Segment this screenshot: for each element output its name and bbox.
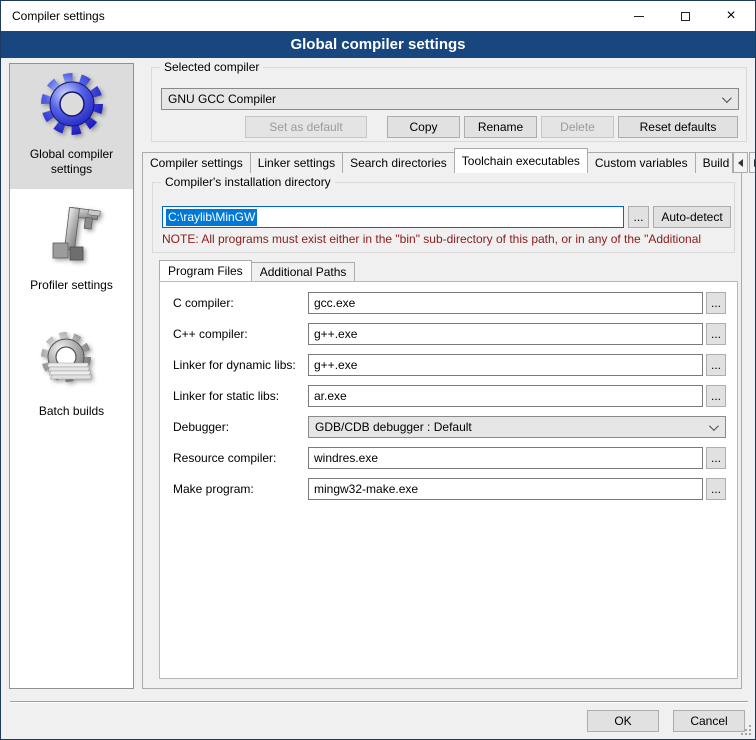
compiler-settings-dialog: Compiler settings × Global compiler sett… xyxy=(0,0,756,740)
caliper-icon xyxy=(40,203,104,267)
blue-gear-icon xyxy=(40,72,104,136)
page-title: Global compiler settings xyxy=(290,36,465,53)
make-program-browse-button[interactable]: ... xyxy=(706,478,726,500)
ok-button[interactable]: OK xyxy=(587,710,659,732)
tab-compiler-settings[interactable]: Compiler settings xyxy=(142,152,251,173)
sidebar-item-label: Profiler settings xyxy=(14,278,129,293)
installation-directory-group: Compiler's installation directory C:\ray… xyxy=(152,182,735,253)
static-linker-input[interactable] xyxy=(308,385,703,407)
sidebar-item-label: Batch builds xyxy=(14,404,129,419)
cpp-compiler-input[interactable] xyxy=(308,323,703,345)
dialog-header: Global compiler settings xyxy=(1,31,755,58)
toolchain-subtabbar: Program Files Additional Paths xyxy=(159,260,354,281)
debugger-select[interactable]: GDB/CDB debugger : Default xyxy=(308,416,726,438)
copy-button[interactable]: Copy xyxy=(387,116,460,138)
gray-gear-papers-icon xyxy=(40,329,104,393)
subtab-program-files[interactable]: Program Files xyxy=(159,260,252,281)
close-button[interactable]: × xyxy=(708,1,754,31)
selected-compiler-group: Selected compiler GNU GCC Compiler Set a… xyxy=(151,67,747,142)
c-compiler-label: C compiler: xyxy=(173,296,234,310)
subtab-additional-paths[interactable]: Additional Paths xyxy=(251,262,356,281)
chevron-down-icon xyxy=(722,93,732,103)
minimize-icon xyxy=(634,16,644,17)
reset-defaults-button[interactable]: Reset defaults xyxy=(618,116,738,138)
tab-build-options[interactable]: Build options xyxy=(695,152,733,173)
minimize-button[interactable] xyxy=(616,1,662,31)
sidebar-item-label: Global compiler settings xyxy=(14,147,129,177)
tab-scroll-right-button[interactable] xyxy=(749,152,756,173)
delete-button[interactable]: Delete xyxy=(541,116,614,138)
browse-directory-button[interactable]: ... xyxy=(628,206,649,228)
program-files-page: C compiler: ... C++ compiler: ... Linker… xyxy=(159,281,738,679)
resize-grip-icon[interactable] xyxy=(739,723,751,735)
c-compiler-browse-button[interactable]: ... xyxy=(706,292,726,314)
toolchain-executables-panel: Compiler's installation directory C:\ray… xyxy=(142,172,742,689)
titlebar: Compiler settings × xyxy=(1,1,755,31)
maximize-button[interactable] xyxy=(662,1,708,31)
make-program-label: Make program: xyxy=(173,482,254,496)
tab-search-directories[interactable]: Search directories xyxy=(342,152,455,173)
compiler-select-value: GNU GCC Compiler xyxy=(168,92,276,106)
compiler-actions: Set as default Copy Rename Delete Reset … xyxy=(245,116,738,138)
static-linker-label: Linker for static libs: xyxy=(173,389,279,403)
set-as-default-button[interactable]: Set as default xyxy=(245,116,367,138)
group-legend: Selected compiler xyxy=(160,60,263,74)
debugger-label: Debugger: xyxy=(173,420,229,434)
tab-linker-settings[interactable]: Linker settings xyxy=(250,152,343,173)
sidebar-item-batch-builds[interactable]: Batch builds xyxy=(10,315,133,441)
settings-tabbar: Compiler settings Linker settings Search… xyxy=(142,148,756,173)
installation-directory-input[interactable]: C:\raylib\MinGW xyxy=(162,206,624,228)
tab-toolchain-executables[interactable]: Toolchain executables xyxy=(454,148,588,173)
close-icon: × xyxy=(726,8,735,24)
c-compiler-input[interactable] xyxy=(308,292,703,314)
footer-divider xyxy=(10,701,748,703)
resource-compiler-input[interactable] xyxy=(308,447,703,469)
make-program-input[interactable] xyxy=(308,478,703,500)
rename-button[interactable]: Rename xyxy=(464,116,537,138)
tab-custom-variables[interactable]: Custom variables xyxy=(587,152,696,173)
maximize-icon xyxy=(681,12,690,21)
group-legend: Compiler's installation directory xyxy=(161,175,335,189)
settings-sidebar: Global compiler settings xyxy=(9,63,134,689)
resource-compiler-browse-button[interactable]: ... xyxy=(706,447,726,469)
cancel-button[interactable]: Cancel xyxy=(673,710,745,732)
selected-text: C:\raylib\MinGW xyxy=(166,209,257,226)
dynamic-linker-input[interactable] xyxy=(308,354,703,376)
window-title: Compiler settings xyxy=(12,9,105,23)
static-linker-browse-button[interactable]: ... xyxy=(706,385,726,407)
auto-detect-button[interactable]: Auto-detect xyxy=(653,206,731,228)
arrow-left-icon xyxy=(738,159,743,167)
chevron-down-icon xyxy=(709,421,719,431)
cpp-compiler-label: C++ compiler: xyxy=(173,327,248,341)
sidebar-item-global-compiler-settings[interactable]: Global compiler settings xyxy=(10,64,133,189)
dynamic-linker-label: Linker for dynamic libs: xyxy=(173,358,296,372)
dynamic-linker-browse-button[interactable]: ... xyxy=(706,354,726,376)
tab-scroll-left-button[interactable] xyxy=(733,152,748,173)
compiler-select[interactable]: GNU GCC Compiler xyxy=(161,88,739,110)
resource-compiler-label: Resource compiler: xyxy=(173,451,276,465)
sidebar-item-profiler-settings[interactable]: Profiler settings xyxy=(10,189,133,315)
cpp-compiler-browse-button[interactable]: ... xyxy=(706,323,726,345)
debugger-select-value: GDB/CDB debugger : Default xyxy=(315,420,472,434)
note-text: NOTE: All programs must exist either in … xyxy=(162,232,729,247)
